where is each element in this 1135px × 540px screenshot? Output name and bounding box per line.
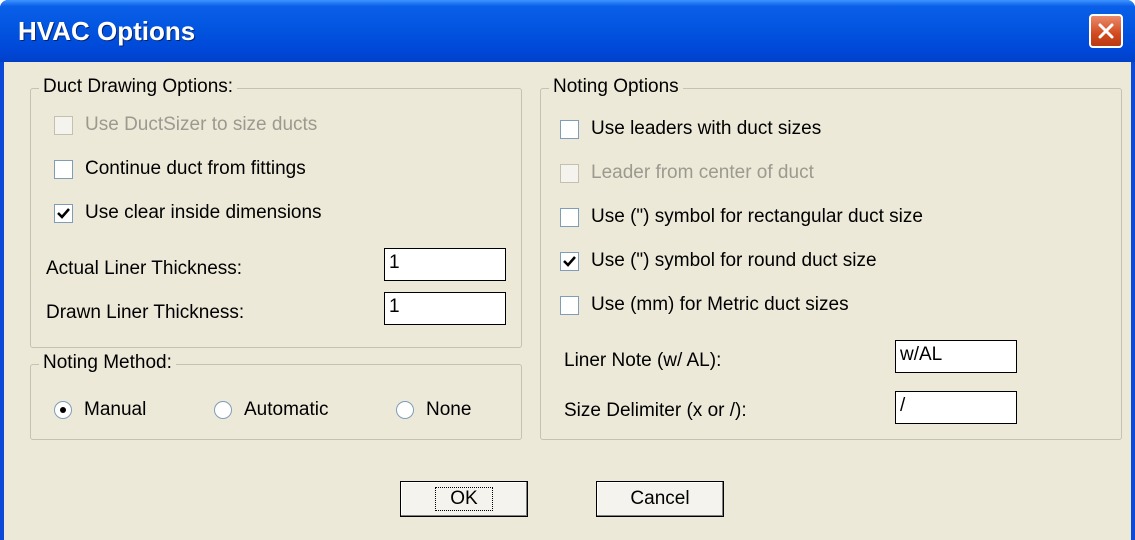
- radio-selected-dot: [60, 407, 66, 413]
- noting-manual-radio-row[interactable]: Manual: [54, 399, 146, 421]
- drawn-liner-thickness-label: Drawn Liner Thickness:: [46, 302, 245, 323]
- use-leaders-label: Use leaders with duct sizes: [591, 118, 822, 139]
- use-ductsizer-checkbox-row: Use DuctSizer to size ducts: [54, 114, 317, 136]
- size-delimiter-label: Size Delimiter (x or /):: [564, 400, 747, 421]
- dialog-client-area: Duct Drawing Options: Use DuctSizer to s…: [4, 62, 1131, 540]
- ok-button[interactable]: OK: [400, 481, 528, 517]
- checkmark-icon: [563, 255, 576, 267]
- size-delimiter-input[interactable]: /: [895, 391, 1017, 424]
- title-bar[interactable]: HVAC Options: [0, 0, 1135, 62]
- noting-automatic-radio[interactable]: [214, 401, 232, 419]
- use-leaders-checkbox[interactable]: [560, 119, 579, 139]
- noting-none-radio[interactable]: [396, 401, 414, 419]
- noting-method-legend: Noting Method:: [39, 352, 176, 374]
- noting-manual-label: Manual: [84, 399, 147, 420]
- rect-duct-symbol-checkbox[interactable]: [560, 207, 579, 227]
- dialog-window: HVAC Options Duct Drawing Options: Use D…: [0, 0, 1135, 540]
- continue-duct-label: Continue duct from fittings: [85, 158, 306, 179]
- duct-drawing-options-legend: Duct Drawing Options:: [39, 76, 238, 98]
- round-duct-symbol-label: Use (") symbol for round duct size: [591, 250, 877, 271]
- checkmark-icon: [57, 207, 70, 219]
- noting-automatic-label: Automatic: [244, 399, 329, 420]
- actual-liner-thickness-label: Actual Liner Thickness:: [46, 258, 243, 279]
- noting-automatic-radio-row[interactable]: Automatic: [214, 399, 328, 421]
- round-duct-symbol-checkbox[interactable]: [560, 251, 579, 271]
- rect-duct-symbol-label: Use (") symbol for rectangular duct size: [591, 206, 923, 227]
- cancel-button-label: Cancel: [630, 488, 690, 509]
- rect-duct-symbol-checkbox-row[interactable]: Use (") symbol for rectangular duct size: [560, 206, 923, 228]
- liner-note-label: Liner Note (w/ AL):: [564, 350, 722, 371]
- metric-mm-label: Use (mm) for Metric duct sizes: [591, 294, 849, 315]
- use-leaders-checkbox-row[interactable]: Use leaders with duct sizes: [560, 118, 821, 140]
- leader-from-center-checkbox: [560, 163, 579, 183]
- use-ductsizer-label: Use DuctSizer to size ducts: [85, 114, 318, 135]
- noting-none-radio-row[interactable]: None: [396, 399, 471, 421]
- noting-options-legend: Noting Options: [549, 76, 683, 98]
- close-button[interactable]: [1089, 14, 1123, 48]
- clear-inside-dimensions-checkbox[interactable]: [54, 203, 73, 223]
- leader-from-center-label: Leader from center of duct: [591, 162, 814, 183]
- dialog-title: HVAC Options: [18, 16, 196, 46]
- drawn-liner-thickness-input[interactable]: 1: [384, 292, 506, 325]
- noting-manual-radio[interactable]: [54, 401, 72, 419]
- liner-note-input[interactable]: w/AL: [895, 340, 1017, 373]
- metric-mm-checkbox[interactable]: [560, 295, 579, 315]
- close-icon: [1098, 23, 1114, 39]
- continue-duct-checkbox-row[interactable]: Continue duct from fittings: [54, 158, 306, 180]
- leader-from-center-checkbox-row: Leader from center of duct: [560, 162, 814, 184]
- use-ductsizer-checkbox: [54, 115, 73, 135]
- noting-none-label: None: [426, 399, 472, 420]
- clear-inside-dimensions-label: Use clear inside dimensions: [85, 202, 322, 223]
- continue-duct-checkbox[interactable]: [54, 159, 73, 179]
- ok-button-label: OK: [435, 487, 493, 511]
- metric-mm-checkbox-row[interactable]: Use (mm) for Metric duct sizes: [560, 294, 849, 316]
- cancel-button[interactable]: Cancel: [596, 481, 724, 517]
- clear-inside-dimensions-checkbox-row[interactable]: Use clear inside dimensions: [54, 202, 322, 224]
- actual-liner-thickness-input[interactable]: 1: [384, 248, 506, 281]
- round-duct-symbol-checkbox-row[interactable]: Use (") symbol for round duct size: [560, 250, 877, 272]
